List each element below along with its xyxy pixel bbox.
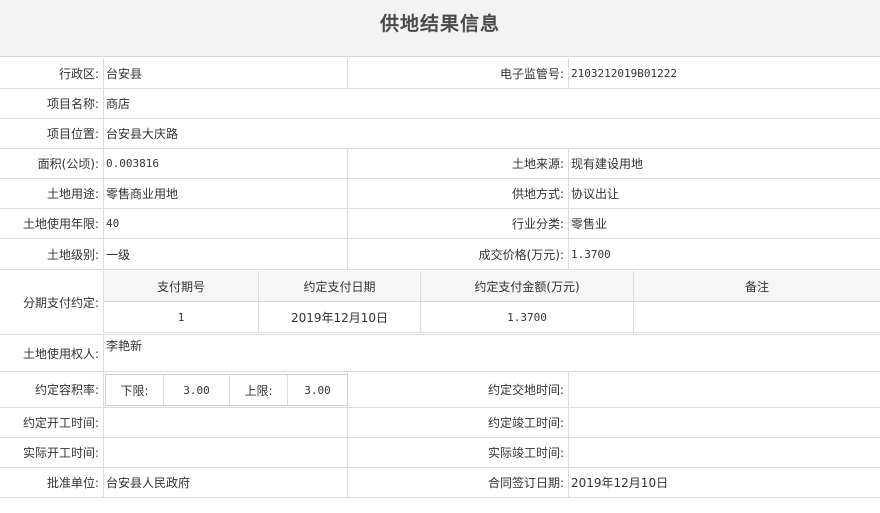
- row-land-grade: 土地级别: 一级 成交价格(万元): 1.3700: [0, 239, 880, 270]
- installment-header-amount: 约定支付金额(万元): [421, 271, 634, 302]
- land-use-value: 零售商业用地: [106, 187, 179, 201]
- supply-method-label: 供地方式:: [511, 187, 564, 201]
- row-actual-start: 实际开工时间: 实际竣工时间:: [0, 438, 880, 468]
- handover-time-value: [569, 372, 880, 407]
- land-source-label: 土地来源:: [511, 157, 564, 171]
- deal-price-value: 1.3700: [571, 247, 611, 261]
- far-lower-value: 3.00: [164, 375, 230, 405]
- use-years-value: 40: [106, 217, 120, 230]
- land-grade-label: 土地级别:: [46, 247, 99, 262]
- land-source-value: 现有建设用地: [571, 157, 644, 171]
- actual-completion-value: [569, 438, 880, 467]
- project-name-label: 项目名称:: [46, 97, 99, 111]
- row-approval: 批准单位: 台安县人民政府 合同签订日期: 2019年12月10日: [0, 468, 880, 498]
- approval-unit-value: 台安县人民政府: [106, 476, 191, 490]
- page-header: 供地结果信息: [0, 0, 880, 57]
- area-value: 0.003816: [106, 157, 159, 170]
- installment-header-date: 约定支付日期: [259, 271, 421, 302]
- supervision-no-label: 电子监管号:: [499, 66, 564, 81]
- far-label: 约定容积率:: [34, 383, 99, 397]
- area-label: 面积(公顷):: [37, 157, 99, 171]
- project-name-value: 商店: [106, 97, 131, 111]
- actual-start-label: 实际开工时间:: [22, 446, 99, 460]
- start-time-label: 约定开工时间:: [22, 416, 99, 430]
- far-lower-label: 下限:: [106, 375, 164, 405]
- land-user-value: 李艳新: [106, 339, 143, 353]
- industry-value: 零售业: [571, 217, 608, 231]
- district-label: 行政区:: [58, 66, 99, 81]
- contract-date-value: 2019年12月10日: [571, 476, 669, 490]
- completion-time-value: [569, 408, 880, 437]
- installment-cell-remark: [634, 302, 880, 333]
- row-project-location: 项目位置: 台安县大庆路: [0, 119, 880, 149]
- deal-price-label: 成交价格(万元):: [478, 247, 564, 262]
- contract-date-label: 合同签订日期:: [487, 476, 564, 490]
- installment-header-period: 支付期号: [104, 271, 259, 302]
- far-upper-label: 上限:: [230, 375, 288, 405]
- handover-time-label: 约定交地时间:: [487, 383, 564, 397]
- start-time-value: [104, 408, 347, 437]
- land-grade-value: 一级: [106, 247, 131, 262]
- row-project-name: 项目名称: 商店: [0, 89, 880, 119]
- installment-cell-amount: 1.3700: [421, 302, 634, 333]
- actual-completion-label: 实际竣工时间:: [487, 446, 564, 460]
- installment-table: 支付期号 约定支付日期 约定支付金额(万元) 备注 1 2019年12月10日 …: [103, 271, 880, 333]
- row-area: 面积(公顷): 0.003816 土地来源: 现有建设用地: [0, 149, 880, 179]
- row-land-user: 土地使用权人: 李艳新: [0, 335, 880, 372]
- project-location-label: 项目位置:: [46, 127, 99, 141]
- supply-method-value: 协议出让: [571, 187, 620, 201]
- project-location-value: 台安县大庆路: [106, 127, 179, 141]
- supervision-no-value: 2103212019B01222: [571, 66, 677, 80]
- far-range-box: 下限: 3.00 上限: 3.00: [105, 374, 348, 406]
- page-title: 供地结果信息: [379, 13, 500, 35]
- use-years-label: 土地使用年限:: [22, 217, 99, 231]
- actual-start-value: [104, 438, 347, 467]
- industry-label: 行业分类:: [511, 217, 564, 231]
- installment-cell-period: 1: [104, 302, 259, 333]
- land-use-label: 土地用途:: [46, 187, 99, 201]
- installment-cell-date: 2019年12月10日: [259, 302, 421, 333]
- row-start-time: 约定开工时间: 约定竣工时间:: [0, 408, 880, 438]
- district-value: 台安县: [106, 66, 143, 81]
- approval-unit-label: 批准单位:: [46, 476, 99, 490]
- far-upper-value: 3.00: [304, 383, 331, 397]
- installment-header-remark: 备注: [634, 271, 880, 302]
- row-district: 行政区: 台安县 电子监管号: 2103212019B01222: [0, 58, 880, 89]
- installment-label: 分期支付约定:: [22, 295, 99, 310]
- land-user-label: 土地使用权人:: [22, 347, 99, 361]
- row-land-use: 土地用途: 零售商业用地 供地方式: 协议出让: [0, 179, 880, 209]
- completion-time-label: 约定竣工时间:: [487, 416, 564, 430]
- row-use-years: 土地使用年限: 40 行业分类: 零售业: [0, 209, 880, 239]
